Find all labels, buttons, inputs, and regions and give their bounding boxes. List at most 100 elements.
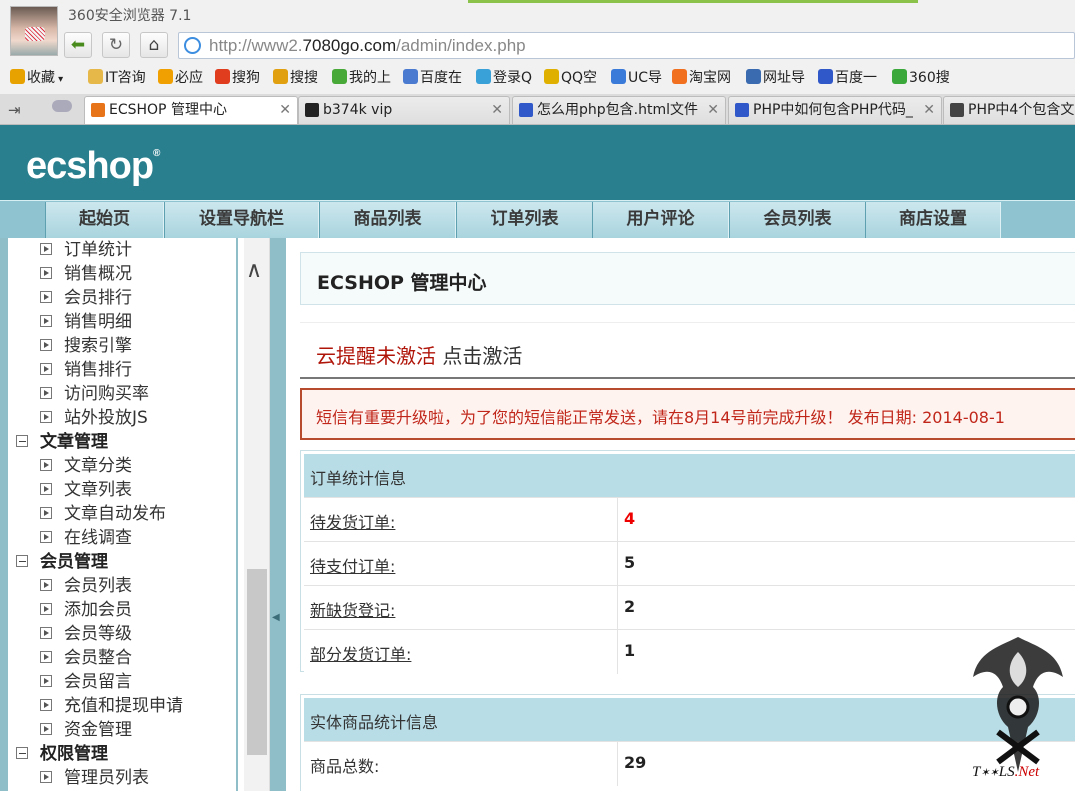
bookmark-item[interactable]: 必应 [158, 67, 203, 87]
bookmark-item[interactable]: 我的上 [332, 67, 391, 87]
menu-item[interactable]: 会员列表 [729, 202, 866, 238]
page-title: ECSHOP 管理中心 [317, 272, 487, 294]
bookmark-item[interactable]: 收藏 ▾ [10, 67, 63, 87]
tree-item[interactable]: 资金管理 [40, 715, 132, 740]
stat-label[interactable]: 新缺货登记: [310, 597, 395, 621]
bookmark-item[interactable]: 百度在 [403, 67, 462, 87]
bookmark-item[interactable]: 网址导 [746, 67, 805, 87]
bookmark-item[interactable]: 搜狗 [215, 67, 260, 87]
bookmark-item[interactable]: 淘宝网 [672, 67, 731, 87]
expand-arrow-icon [40, 675, 52, 687]
address-bar[interactable]: http://www2.7080go.com/admin/index.php [178, 32, 1075, 59]
bookmark-item[interactable]: 登录Q [476, 67, 532, 87]
tree-item[interactable]: 访问购买率 [40, 379, 149, 404]
cart-icon [91, 103, 105, 117]
tree-item[interactable]: 搜索引擎 [40, 331, 132, 356]
stat-label[interactable]: 部分发货订单: [310, 641, 411, 665]
stat-label[interactable]: 待发货订单: [310, 509, 395, 533]
menu-item[interactable]: 设置导航栏 [164, 202, 319, 238]
menu-item[interactable]: 订单列表 [456, 202, 593, 238]
expand-arrow-icon [40, 483, 52, 495]
expand-arrow-icon [40, 387, 52, 399]
bookmark-label: 网址导 [763, 70, 805, 86]
home-icon[interactable]: ⌂ [140, 32, 168, 58]
bookmark-label: 必应 [175, 70, 203, 86]
tree-item[interactable]: 会员整合 [40, 643, 132, 668]
sidebar-scrollbar[interactable]: ∧ [244, 238, 270, 791]
tree-item[interactable]: 会员排行 [40, 283, 132, 308]
tree-item[interactable]: 管理员列表 [40, 763, 149, 788]
tree-item[interactable]: 站外投放JS [40, 403, 148, 428]
tree-item[interactable]: 订单统计 [40, 238, 132, 260]
chevron-down-icon[interactable]: ▾ [55, 74, 63, 85]
sogou-icon [215, 69, 230, 84]
stat-label: 商品总数: [310, 757, 380, 776]
tree-item[interactable]: 充值和提现申请 [40, 691, 183, 716]
tree-item[interactable]: 销售排行 [40, 355, 132, 380]
stat-value: 1 [624, 641, 636, 660]
bookmark-item[interactable]: QQ空 [544, 67, 597, 87]
tree-item[interactable]: 文章自动发布 [40, 499, 166, 524]
tree-item[interactable]: 在线调查 [40, 523, 132, 548]
menu-item[interactable]: 商店设置 [865, 202, 1001, 238]
cloud-sync-icon[interactable] [52, 100, 72, 112]
address-text[interactable]: http://www2.7080go.com/admin/index.php [209, 36, 526, 56]
tree-label: 会员排行 [64, 288, 132, 308]
bookmark-item[interactable]: IT咨询 [88, 67, 146, 87]
scrollbar-thumb[interactable] [247, 569, 267, 755]
tree-group[interactable]: 权限管理 [16, 739, 108, 764]
sidebar-splitter[interactable]: ◀ [270, 238, 286, 791]
tree-item[interactable]: 会员列表 [40, 571, 132, 596]
tree-label: 会员管理 [40, 552, 108, 572]
expand-arrow-icon [40, 627, 52, 639]
menu-item[interactable]: 商品列表 [319, 202, 456, 238]
top-menu: 起始页 设置导航栏 商品列表 订单列表 用户评论 会员列表 商店设置 [0, 200, 1075, 238]
bookmark-item[interactable]: 百度一 [818, 67, 877, 87]
tree-group[interactable]: 文章管理 [16, 427, 108, 452]
close-tab-icon[interactable]: ✕ [491, 97, 503, 123]
tree-group[interactable]: 会员管理 [16, 547, 108, 572]
tab-list-toggle-icon[interactable]: ⇥ [8, 101, 21, 119]
refresh-icon[interactable]: ↻ [102, 32, 130, 58]
collapse-sidebar-icon[interactable]: ◀ [272, 612, 280, 623]
tree-label: 充值和提现申请 [64, 696, 183, 716]
tree-label: 站外投放JS [64, 408, 148, 428]
plus-icon [332, 69, 347, 84]
menu-item[interactable]: 起始页 [45, 202, 164, 238]
menu-item[interactable]: 用户评论 [592, 202, 729, 238]
tree-item[interactable]: 文章分类 [40, 451, 132, 476]
browser-tab[interactable]: PHP中如何包含PHP代码_ ✕ [728, 96, 942, 124]
tab-label: ECSHOP 管理中心 [109, 102, 227, 118]
tree-item[interactable]: 会员等级 [40, 619, 132, 644]
browser-tab[interactable]: b374k vip ✕ [298, 96, 510, 124]
tree-item[interactable]: 添加会员 [40, 595, 132, 620]
tree-item[interactable]: 会员留言 [40, 667, 132, 692]
back-arrow-icon[interactable]: ⬅ [64, 32, 92, 58]
browser-tab[interactable]: PHP中4个包含文 [943, 96, 1075, 124]
tree-label: 会员等级 [64, 624, 132, 644]
bookmark-item[interactable]: 360搜 [892, 67, 950, 87]
user-avatar[interactable] [10, 6, 58, 56]
tab-label: PHP中4个包含文 [968, 102, 1075, 118]
tree-label: 文章列表 [64, 480, 132, 500]
order-stats-heading: 订单统计信息 [301, 451, 1075, 497]
search-icon [892, 69, 907, 84]
sms-notice-text[interactable]: 短信有重要升级啦，为了您的短信能正常发送，请在8月14号前完成升级！ 发布日期:… [316, 404, 1005, 428]
tree-item[interactable]: 销售明细 [40, 307, 132, 332]
bookmark-item[interactable]: 搜搜 [273, 67, 318, 87]
bookmark-label: QQ空 [561, 70, 598, 86]
close-tab-icon[interactable]: ✕ [279, 97, 291, 123]
tree-label: 会员留言 [64, 672, 132, 692]
close-tab-icon[interactable]: ✕ [923, 97, 935, 123]
close-tab-icon[interactable]: ✕ [707, 97, 719, 123]
bookmarks-bar: 收藏 ▾ IT咨询 必应 搜狗 搜搜 我的上 百度在 登录Q QQ空 UC导 淘宝网 网址导 百度一 36… [0, 64, 1075, 90]
browser-tab[interactable]: 怎么用php包含.html文件 ✕ [512, 96, 726, 124]
bookmark-label: 我的上 [349, 70, 391, 86]
tree-item[interactable]: 销售概况 [40, 259, 132, 284]
browser-tab[interactable]: ECSHOP 管理中心 ✕ [84, 96, 298, 124]
stat-label[interactable]: 待支付订单: [310, 553, 395, 577]
cloud-activate-link[interactable]: 点击激活 [442, 344, 522, 368]
tree-item[interactable]: 文章列表 [40, 475, 132, 500]
bookmark-item[interactable]: UC导 [611, 67, 662, 87]
scroll-up-icon[interactable]: ∧ [246, 258, 262, 283]
